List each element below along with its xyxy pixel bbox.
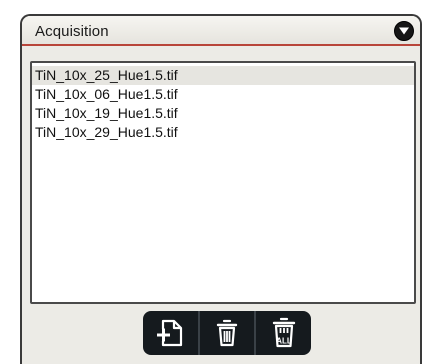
add-file-icon (157, 319, 183, 347)
delete-file-button[interactable] (197, 311, 255, 355)
chevron-down-icon (399, 27, 409, 35)
file-name: TiN_10x_25_Hue1.5.tif (35, 67, 178, 83)
collapse-button[interactable] (394, 21, 414, 41)
list-item[interactable]: TiN_10x_25_Hue1.5.tif (32, 66, 414, 85)
acquisition-panel: Acquisition TiN_10x_25_Hue1.5.tif TiN_10… (20, 14, 422, 364)
delete-all-button[interactable]: ALL (254, 311, 311, 355)
file-toolbar: ALL (143, 311, 311, 355)
all-label: ALL (276, 337, 292, 346)
file-name: TiN_10x_29_Hue1.5.tif (35, 124, 178, 140)
trash-all-icon: ALL (272, 317, 295, 348)
list-item[interactable]: TiN_10x_19_Hue1.5.tif (32, 104, 414, 123)
file-name: TiN_10x_19_Hue1.5.tif (35, 105, 178, 121)
file-list[interactable]: TiN_10x_25_Hue1.5.tif TiN_10x_06_Hue1.5.… (30, 61, 416, 304)
list-item[interactable]: TiN_10x_06_Hue1.5.tif (32, 85, 414, 104)
list-item[interactable]: TiN_10x_29_Hue1.5.tif (32, 123, 414, 142)
panel-header: Acquisition (22, 16, 420, 46)
file-name: TiN_10x_06_Hue1.5.tif (35, 86, 178, 102)
trash-icon (216, 319, 238, 347)
add-file-button[interactable] (143, 311, 198, 355)
panel-title: Acquisition (35, 23, 109, 40)
